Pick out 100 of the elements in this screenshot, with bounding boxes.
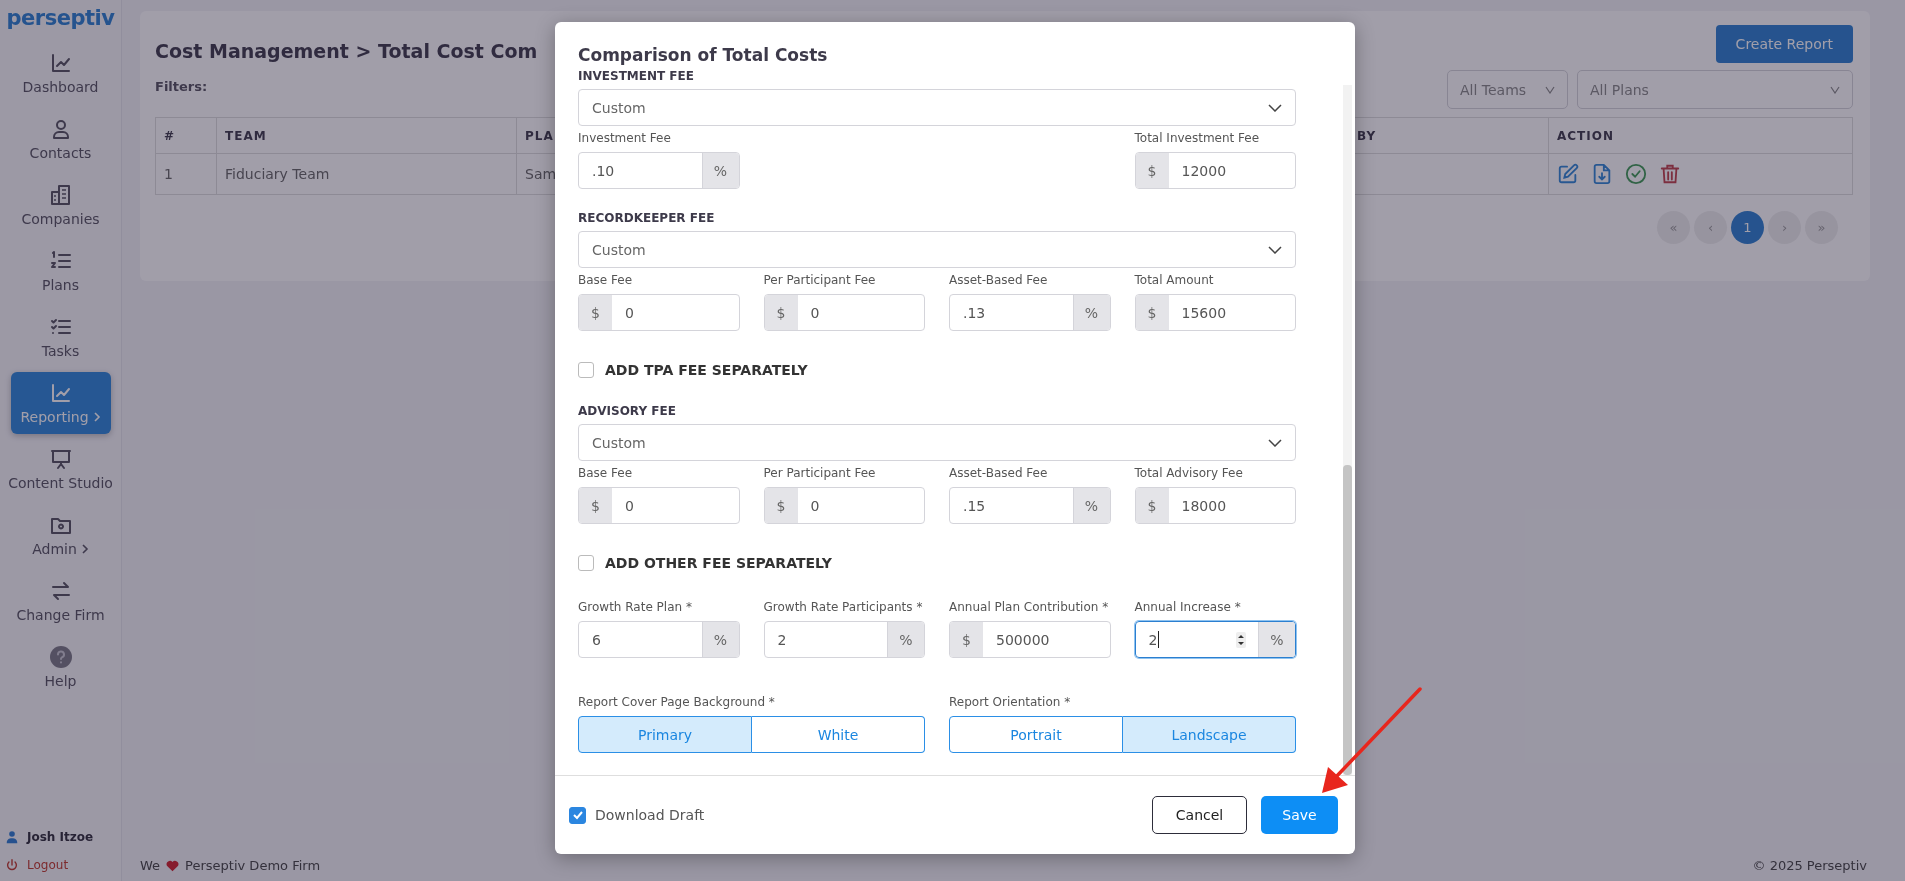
footer-text: We xyxy=(140,857,161,873)
percent-addon: % xyxy=(701,153,739,188)
filter-dropdown[interactable]: All Teams xyxy=(1447,70,1568,109)
checkbox-label: ADD OTHER FEE SEPARATELY xyxy=(605,555,832,571)
cancel-button[interactable]: Cancel xyxy=(1152,796,1247,834)
logout-link[interactable]: Logout xyxy=(5,858,69,872)
input-field[interactable]: $ 18000 xyxy=(1134,487,1296,524)
scrollbar[interactable] xyxy=(1343,85,1352,775)
chevron-icon xyxy=(92,411,101,423)
nav-item[interactable]: Content Studio xyxy=(0,436,128,502)
toggle-option[interactable]: Portrait xyxy=(949,716,1123,753)
field-label: Total Amount xyxy=(1134,272,1215,288)
field-label: Report Cover Page Background * xyxy=(578,694,776,710)
input-field[interactable]: 2 % xyxy=(1134,621,1296,658)
file-download-icon[interactable] xyxy=(1591,163,1613,185)
currency-addon: $ xyxy=(1135,153,1169,188)
presentation-board-icon xyxy=(48,447,73,471)
currency-addon: $ xyxy=(1135,488,1169,523)
input-field[interactable]: $ 0 xyxy=(763,487,925,524)
create-report-button[interactable]: Create Report xyxy=(1715,25,1853,63)
section-title: INVESTMENT FEE xyxy=(578,69,695,83)
currency-addon: $ xyxy=(950,622,983,657)
input-field[interactable]: .10 % xyxy=(578,152,740,189)
input-field[interactable]: $ 0 xyxy=(578,487,740,524)
input-field[interactable]: 6 % xyxy=(578,621,740,658)
currency-addon: $ xyxy=(764,295,798,330)
field-label: Investment Fee xyxy=(578,130,672,146)
input-field[interactable]: $ 15600 xyxy=(1134,294,1296,331)
page-button[interactable]: » xyxy=(1805,211,1838,244)
field-label: Per Participant Fee xyxy=(763,465,877,481)
percent-addon: % xyxy=(887,622,924,657)
field-label: Total Advisory Fee xyxy=(1134,465,1244,481)
filter-dropdown[interactable]: All Plans xyxy=(1577,70,1853,109)
fee-type-select[interactable]: Custom xyxy=(578,89,1296,126)
input-field[interactable]: $ 12000 xyxy=(1134,152,1296,189)
input-field[interactable]: .15 % xyxy=(949,487,1111,524)
checkbox-label: ADD TPA FEE SEPARATELY xyxy=(605,362,808,378)
nav-item[interactable]: Reporting xyxy=(10,372,111,434)
checkbox[interactable] xyxy=(578,555,594,571)
table-cell: 1 xyxy=(156,154,217,195)
input-field[interactable]: $ 0 xyxy=(763,294,925,331)
input-field[interactable]: $ 0 xyxy=(578,294,740,331)
field-label: Per Participant Fee xyxy=(763,272,877,288)
nav-item[interactable]: Help xyxy=(0,634,128,700)
input-field[interactable]: 2 % xyxy=(763,621,925,658)
nav-item[interactable]: Admin xyxy=(0,502,128,568)
spinner-icon[interactable] xyxy=(1236,630,1246,649)
field-label: Base Fee xyxy=(578,465,634,481)
field-label: Annual Increase * xyxy=(1134,599,1242,615)
section-title: ADVISORY FEE xyxy=(578,404,677,418)
edit-icon[interactable] xyxy=(1557,163,1579,185)
nav-item[interactable]: Plans xyxy=(0,238,128,304)
buildings-icon xyxy=(48,183,73,207)
chevron-down-icon xyxy=(1268,438,1282,447)
user-name: Josh Itzoe xyxy=(5,830,94,844)
field-label: Growth Rate Plan * xyxy=(578,599,693,615)
column-header: TEAM xyxy=(217,118,517,154)
heart-icon xyxy=(165,858,181,872)
copyright-text: © 2025 Perseptiv xyxy=(1752,857,1867,873)
currency-addon: $ xyxy=(579,488,612,523)
nav-item[interactable]: Change Firm xyxy=(0,568,128,634)
caret-icon xyxy=(1545,85,1555,94)
field-label: Asset-Based Fee xyxy=(949,465,1049,481)
filters-label: Filters: xyxy=(155,79,208,94)
modal-title: Comparison of Total Costs xyxy=(578,45,829,67)
input-field[interactable]: $ 500000 xyxy=(949,621,1111,658)
column-header: ACTION xyxy=(1549,118,1853,154)
checkmark-icon xyxy=(571,809,584,821)
chevron-down-icon xyxy=(1268,103,1282,112)
percent-addon: % xyxy=(701,622,739,657)
toggle-option[interactable]: Landscape xyxy=(1123,716,1296,753)
field-label: Asset-Based Fee xyxy=(949,272,1049,288)
trash-icon[interactable] xyxy=(1659,163,1681,185)
nav-item[interactable]: Dashboard xyxy=(0,40,128,106)
caret-icon xyxy=(1830,85,1840,94)
field-label: Report Orientation * xyxy=(949,694,1072,710)
checkbox[interactable] xyxy=(578,362,594,378)
chevron-icon xyxy=(80,543,89,555)
power-icon xyxy=(5,858,19,872)
check-circle-icon[interactable] xyxy=(1625,163,1647,185)
save-button[interactable]: Save xyxy=(1261,796,1338,834)
toggle-option[interactable]: Primary xyxy=(578,716,752,753)
nav-item[interactable]: Companies xyxy=(0,172,128,238)
fee-type-select[interactable]: Custom xyxy=(578,424,1296,461)
page-title: Cost Management > Total Cost Com xyxy=(155,40,538,62)
person-icon xyxy=(5,830,19,844)
input-field[interactable]: .13 % xyxy=(949,294,1111,331)
nav-item[interactable]: Contacts xyxy=(0,106,128,172)
toggle-option[interactable]: White xyxy=(752,716,925,753)
page-button[interactable]: 1 xyxy=(1731,211,1764,244)
page-button[interactable]: ‹ xyxy=(1694,211,1727,244)
checkbox[interactable] xyxy=(569,806,586,824)
nav-item[interactable]: Tasks xyxy=(0,304,128,370)
field-label: Total Investment Fee xyxy=(1134,130,1261,146)
checkbox-label: Download Draft xyxy=(595,807,705,823)
field-label: Annual Plan Contribution * xyxy=(949,599,1110,615)
fee-type-select[interactable]: Custom xyxy=(578,231,1296,268)
page-button[interactable]: « xyxy=(1657,211,1690,244)
currency-addon: $ xyxy=(764,488,798,523)
column-header: # xyxy=(156,118,217,154)
